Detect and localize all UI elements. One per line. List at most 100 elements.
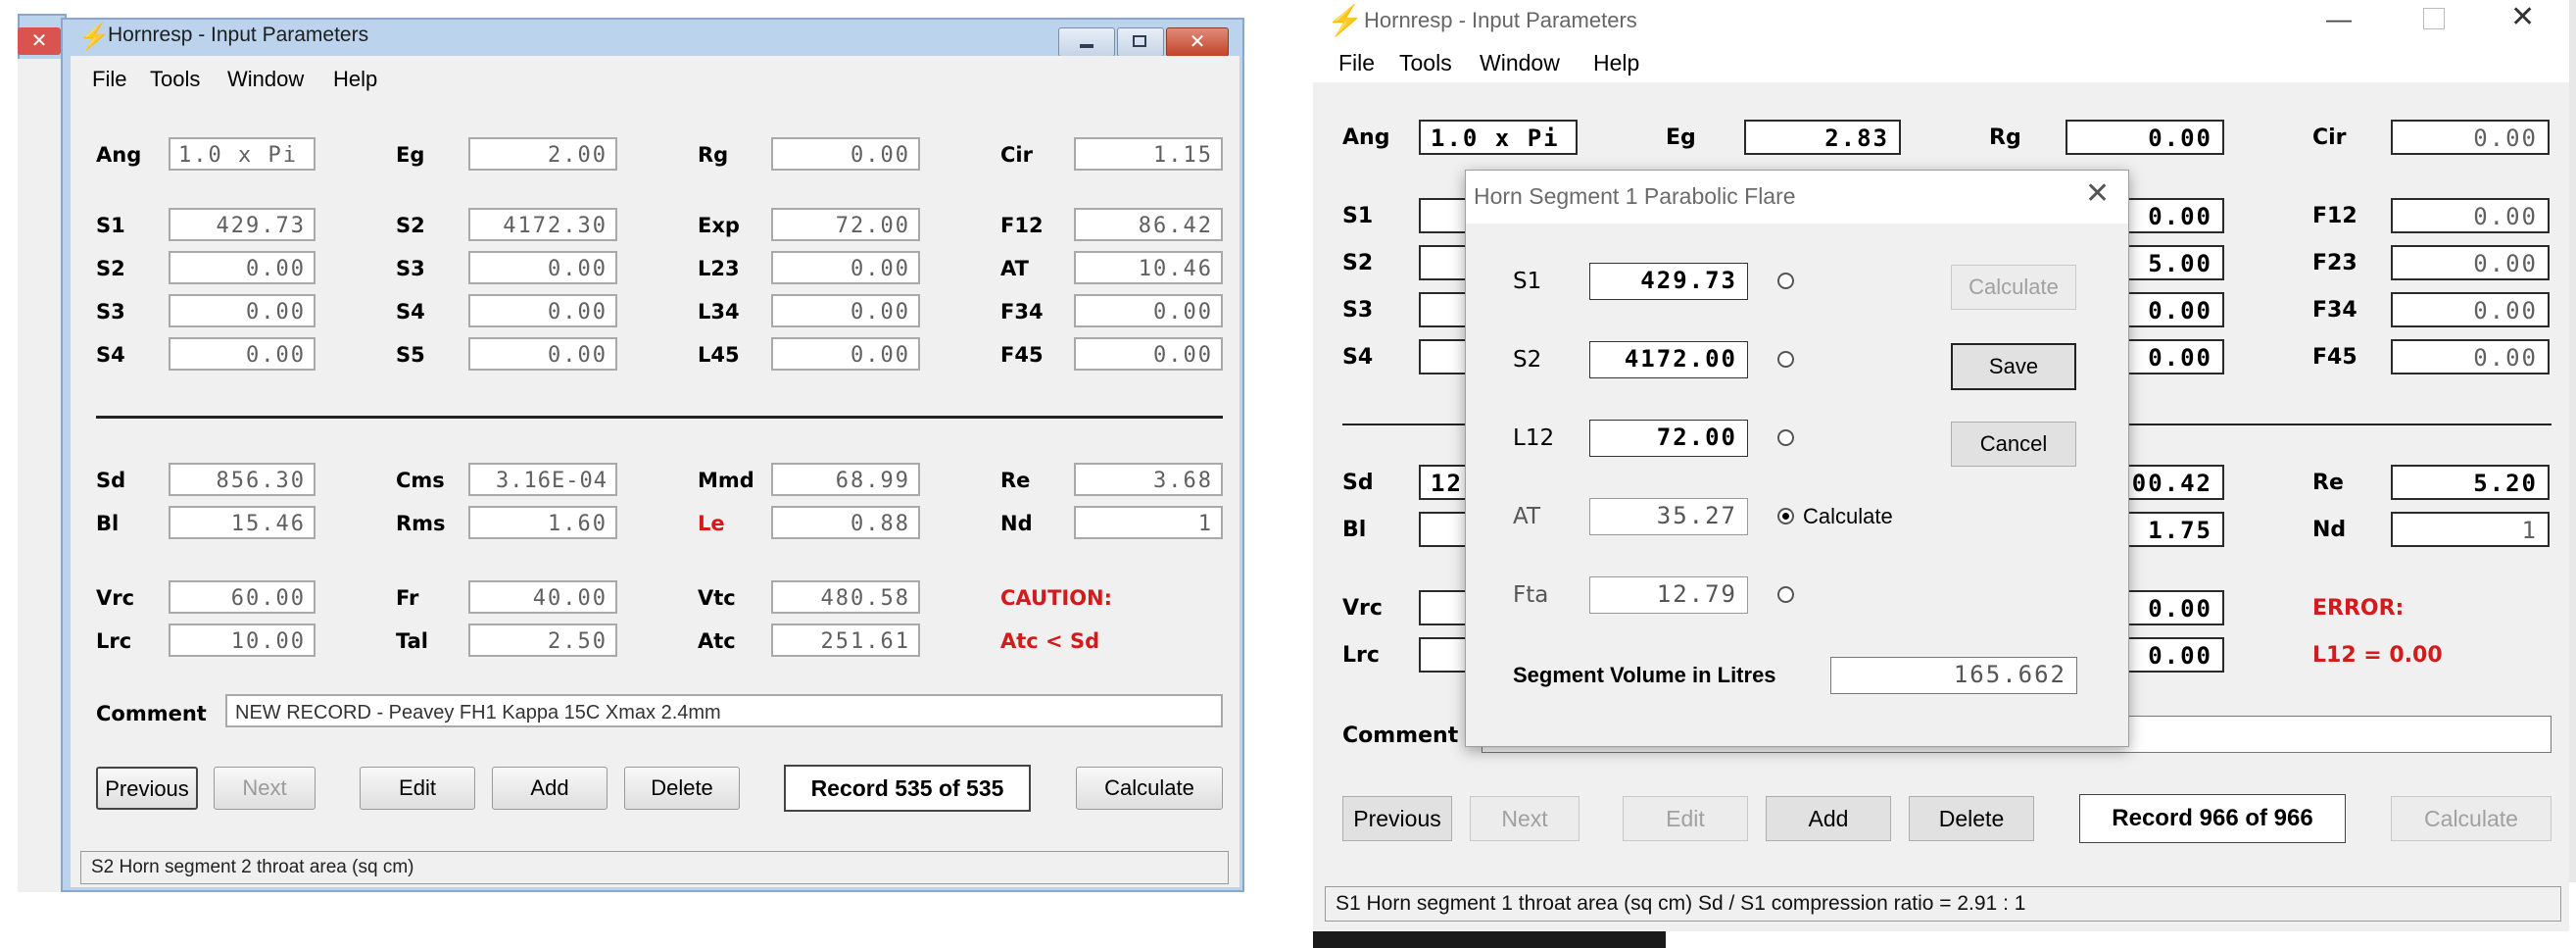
- field-exp[interactable]: 72.00: [771, 208, 920, 241]
- field-tal[interactable]: 2.50: [468, 624, 617, 657]
- radio-fta[interactable]: [1777, 586, 1794, 603]
- field-f34[interactable]: 0.00: [1074, 294, 1223, 327]
- menu-tools[interactable]: Tools: [150, 67, 200, 92]
- field-cir[interactable]: 1.15: [1074, 137, 1223, 171]
- field-f45[interactable]: 0.00: [1074, 337, 1223, 371]
- dialog-calculate-button[interactable]: Calculate: [1951, 265, 2076, 310]
- radio-s2[interactable]: [1777, 351, 1794, 368]
- field-ang[interactable]: 1.0 x Pi: [169, 137, 316, 171]
- field-bl[interactable]: 15.46: [169, 506, 316, 539]
- field-mmd[interactable]: 68.99: [771, 463, 920, 496]
- dialog-field-at[interactable]: 35.27: [1589, 498, 1748, 535]
- menu-file[interactable]: File: [92, 67, 126, 92]
- radio-s1[interactable]: [1777, 273, 1794, 289]
- field-f12[interactable]: 86.42: [1074, 208, 1223, 241]
- field-rg[interactable]: 0.00: [2066, 120, 2224, 155]
- next-button[interactable]: Next: [1470, 796, 1580, 841]
- maximize-icon[interactable]: [2423, 8, 2445, 29]
- field-s4-row4[interactable]: 0.00: [169, 337, 316, 371]
- field-cms[interactable]: 3.16E-04: [468, 463, 617, 496]
- dialog-field-s1[interactable]: 429.73: [1589, 263, 1748, 300]
- menu-help[interactable]: Help: [1593, 50, 1639, 76]
- label-ang: Ang: [1342, 125, 1390, 150]
- close-icon[interactable]: ✕: [18, 27, 61, 55]
- maximize-button[interactable]: [1117, 27, 1164, 57]
- dialog-field-s2[interactable]: 4172.00: [1589, 341, 1748, 378]
- label-s2-row2: S2: [96, 257, 125, 280]
- dialog-field-l12[interactable]: 72.00: [1589, 420, 1748, 457]
- dialog-field-fta[interactable]: 12.79: [1589, 576, 1748, 614]
- label-s3: S3: [1342, 298, 1374, 323]
- label-s3-row3: S3: [96, 300, 125, 324]
- dialog-cancel-button[interactable]: Cancel: [1951, 422, 2076, 467]
- edit-button[interactable]: Edit: [1623, 796, 1748, 841]
- label-at: AT: [1000, 257, 1029, 280]
- minimize-button[interactable]: [1058, 27, 1115, 57]
- delete-button[interactable]: Delete: [1909, 796, 2034, 841]
- menu-window[interactable]: Window: [1480, 50, 1560, 76]
- field-le[interactable]: 0.88: [771, 506, 920, 539]
- field-s3-row3[interactable]: 0.00: [169, 294, 316, 327]
- close-button[interactable]: ✕: [1166, 27, 1229, 57]
- add-button[interactable]: Add: [492, 767, 608, 810]
- menu-file[interactable]: File: [1338, 50, 1375, 76]
- field-atc[interactable]: 251.61: [771, 624, 920, 657]
- field-s2-row2[interactable]: 0.00: [169, 251, 316, 284]
- field-s4[interactable]: 0.00: [468, 294, 617, 327]
- dialog-label-at: AT: [1513, 504, 1540, 529]
- status-bar: S1 Horn segment 1 throat area (sq cm) Sd…: [1325, 886, 2561, 922]
- edit-button[interactable]: Edit: [360, 767, 475, 810]
- label-ang: Ang: [96, 143, 142, 167]
- error-title: ERROR:: [2312, 596, 2405, 621]
- field-f23[interactable]: 0.00: [2391, 245, 2550, 280]
- field-f12[interactable]: 0.00: [2391, 198, 2550, 233]
- close-icon[interactable]: ✕: [2510, 0, 2535, 34]
- field-l34[interactable]: 0.00: [771, 294, 920, 327]
- next-button[interactable]: Next: [214, 767, 316, 810]
- menu-window[interactable]: Window: [227, 67, 304, 92]
- field-l23[interactable]: 0.00: [771, 251, 920, 284]
- field-sd[interactable]: 856.30: [169, 463, 316, 496]
- field-cir[interactable]: 0.00: [2391, 120, 2550, 155]
- field-at[interactable]: 10.46: [1074, 251, 1223, 284]
- label-vrc: Vrc: [96, 586, 135, 610]
- field-eg[interactable]: 2.00: [468, 137, 617, 171]
- add-button[interactable]: Add: [1766, 796, 1891, 841]
- calculate-button[interactable]: Calculate: [1076, 767, 1223, 810]
- field-re[interactable]: 5.20: [2391, 465, 2550, 500]
- field-re[interactable]: 3.68: [1074, 463, 1223, 496]
- hornresp-logo-icon: ⚡: [78, 22, 111, 51]
- field-vtc[interactable]: 480.58: [771, 580, 920, 614]
- field-s1[interactable]: 429.73: [169, 208, 316, 241]
- field-f45[interactable]: 0.00: [2391, 339, 2550, 374]
- field-vrc[interactable]: 60.00: [169, 580, 316, 614]
- calculate-button[interactable]: Calculate: [2391, 796, 2552, 841]
- dialog-save-button[interactable]: Save: [1951, 343, 2076, 390]
- dialog-close-icon[interactable]: ✕: [2085, 176, 2110, 211]
- field-f34[interactable]: 0.00: [2391, 292, 2550, 327]
- field-ang[interactable]: 1.0 x Pi: [1419, 120, 1578, 155]
- field-fr[interactable]: 40.00: [468, 580, 617, 614]
- label-fr: Fr: [396, 586, 419, 610]
- radio-at-selected[interactable]: [1777, 508, 1794, 524]
- field-s2[interactable]: 4172.30: [468, 208, 617, 241]
- field-s5[interactable]: 0.00: [468, 337, 617, 371]
- comment-field[interactable]: NEW RECORD - Peavey FH1 Kappa 15C Xmax 2…: [225, 694, 1223, 727]
- menu-tools[interactable]: Tools: [1399, 50, 1452, 76]
- radio-l12[interactable]: [1777, 429, 1794, 446]
- field-nd[interactable]: 1: [2391, 512, 2550, 547]
- previous-button[interactable]: Previous: [96, 767, 198, 810]
- label-mmd: Mmd: [698, 469, 754, 492]
- previous-button[interactable]: Previous: [1342, 796, 1452, 841]
- field-l45[interactable]: 0.00: [771, 337, 920, 371]
- field-rg[interactable]: 0.00: [771, 137, 920, 171]
- label-s4: S4: [396, 300, 425, 324]
- field-eg[interactable]: 2.83: [1744, 120, 1901, 155]
- field-nd[interactable]: 1: [1074, 506, 1223, 539]
- minimize-icon[interactable]: —: [2326, 4, 2352, 34]
- delete-button[interactable]: Delete: [624, 767, 740, 810]
- field-rms[interactable]: 1.60: [468, 506, 617, 539]
- menu-help[interactable]: Help: [333, 67, 377, 92]
- field-s3[interactable]: 0.00: [468, 251, 617, 284]
- field-lrc[interactable]: 10.00: [169, 624, 316, 657]
